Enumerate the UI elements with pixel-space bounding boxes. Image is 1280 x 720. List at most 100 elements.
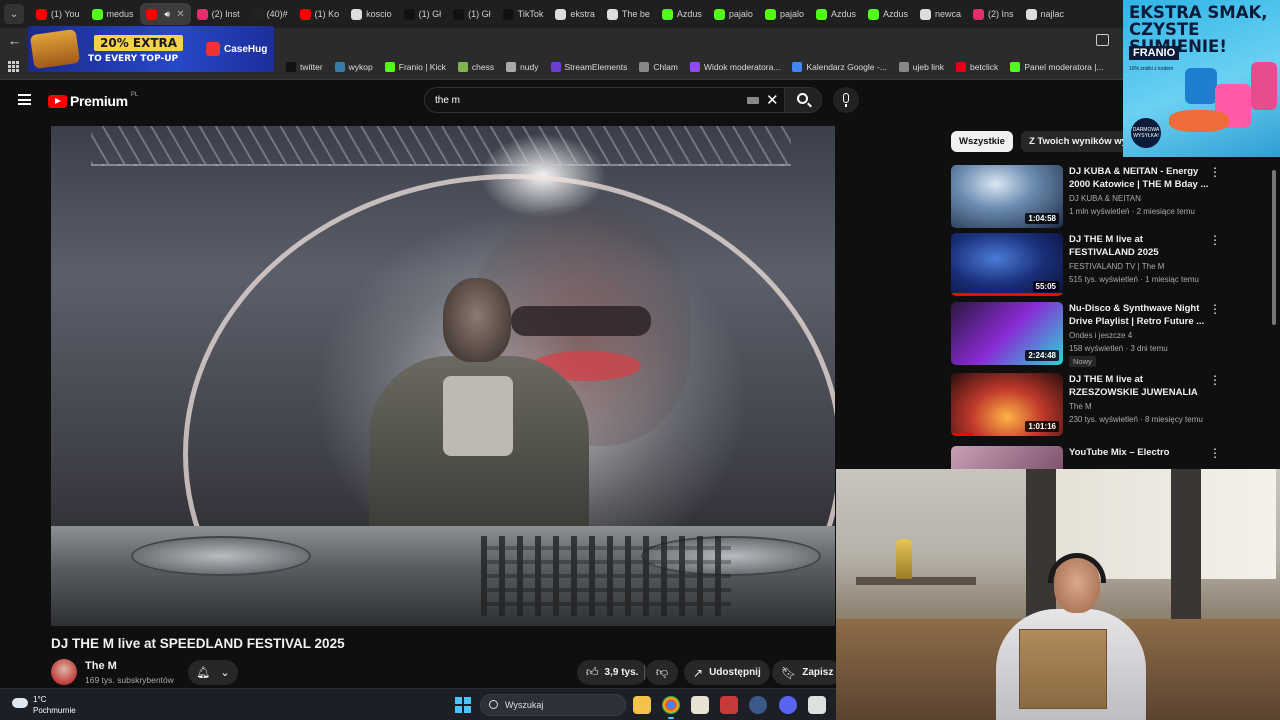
search-button[interactable]: [784, 87, 822, 113]
video-thumbnail[interactable]: 1:04:58: [951, 165, 1063, 228]
bookmark-item[interactable]: StreamElements: [550, 61, 627, 72]
dislike-button[interactable]: 👎︎: [646, 660, 678, 685]
chip-all[interactable]: Wszystkie: [951, 131, 1013, 152]
video-thumbnail[interactable]: 2:24:48: [951, 302, 1063, 365]
bookmark-favicon-icon: [792, 61, 803, 72]
youtube-logo[interactable]: Premium PL: [48, 92, 138, 109]
more-options-icon[interactable]: ⋮: [1209, 447, 1221, 459]
bookmark-item[interactable]: ujeb link: [898, 61, 944, 72]
more-options-icon[interactable]: ⋮: [1209, 374, 1221, 386]
recommendation-item[interactable]: 1:01:16 DJ THE M live at RZESZOWSKIE JUWE…: [951, 373, 1221, 439]
windows-start-icon[interactable]: [455, 697, 471, 713]
settings-icon[interactable]: [749, 696, 767, 714]
tab-label: (40)#: [266, 9, 288, 19]
save-button[interactable]: 🔖︎ Zapisz: [772, 660, 843, 685]
apps-grid-icon[interactable]: [8, 60, 20, 73]
weather-temperature[interactable]: 1°C: [33, 695, 46, 704]
bookmark-item[interactable]: nudy: [506, 61, 539, 72]
promo-brand: CaseHug: [206, 42, 267, 56]
bookmark-item[interactable]: Kalendarz Google -...: [792, 61, 887, 72]
browser-tab[interactable]: (1) Gł: [447, 3, 497, 25]
cast-icon[interactable]: [1096, 34, 1109, 46]
browser-tab[interactable]: (1) Gł: [398, 3, 448, 25]
search-input[interactable]: [435, 92, 735, 109]
browser-tab[interactable]: (1) You: [30, 3, 86, 25]
browser-tab[interactable]: Azdus: [862, 3, 914, 25]
bookmark-label: Chlam: [653, 61, 678, 72]
keyboard-icon[interactable]: [747, 97, 759, 104]
browser-tab[interactable]: (2) Ins: [967, 3, 1020, 25]
casehug-logo-icon: [206, 42, 220, 56]
tab-favicon-icon: [1025, 8, 1037, 20]
browser-tab[interactable]: (2) Inst: [191, 3, 246, 25]
clear-search-icon[interactable]: ✕: [766, 91, 779, 109]
browser-tab[interactable]: koscio: [345, 3, 398, 25]
bookmark-item[interactable]: twitter: [286, 61, 323, 72]
video-player[interactable]: [51, 126, 835, 626]
tab-label: TikTok: [517, 9, 544, 19]
video-thumbnail[interactable]: 1:01:16: [951, 373, 1063, 436]
media-app-icon[interactable]: [720, 696, 738, 714]
bookmark-item[interactable]: chess: [457, 61, 494, 72]
bookmark-favicon-icon: [457, 61, 468, 72]
chrome-icon[interactable]: [662, 696, 680, 719]
browser-tab[interactable]: (40)#: [246, 3, 294, 25]
app-icon[interactable]: [691, 696, 709, 714]
microphone-icon: [843, 93, 849, 103]
bookmark-item[interactable]: wykop: [334, 61, 373, 72]
discord-icon[interactable]: [779, 696, 797, 714]
browser-tab[interactable]: newca: [914, 3, 967, 25]
browser-tab[interactable]: pajalo: [708, 3, 759, 25]
voice-search-button[interactable]: [833, 87, 859, 113]
bookmark-item[interactable]: Franio | Kick: [384, 61, 446, 72]
browser-tab[interactable]: pajalo: [759, 3, 810, 25]
bookmark-item[interactable]: Widok moderatora...: [689, 61, 780, 72]
recommendation-item[interactable]: 1:04:58 DJ KUBA & NEITAN - Energy 2000 Ka…: [951, 165, 1221, 231]
search-icon: [797, 93, 808, 104]
browser-tab[interactable]: (1) Ko: [294, 3, 346, 25]
browser-tab[interactable]: ekstra: [549, 3, 601, 25]
weather-description[interactable]: Pochmurnie: [33, 706, 76, 715]
more-options-icon[interactable]: ⋮: [1209, 166, 1221, 178]
browser-tab[interactable]: Azdus: [656, 3, 708, 25]
back-icon[interactable]: ←: [8, 33, 21, 48]
browser-tab[interactable]: Azdus: [810, 3, 862, 25]
promo-banner[interactable]: 20% EXTRA TO EVERY TOP-UP CaseHug: [28, 26, 274, 72]
subscriber-count: 169 tys. subskrybentów: [85, 675, 174, 685]
browser-tab-strip: ⌄ (1) You medus 🔊︎ ✕ (2) Inst (40)# (1) Ko kosc…: [0, 0, 1280, 28]
share-label: Udostępnij: [709, 667, 761, 678]
browser-tab[interactable]: The be: [601, 3, 656, 25]
recommendation-item[interactable]: 2:24:48 Nu-Disco & Synthwave Night Drive …: [951, 302, 1221, 368]
taskbar-search[interactable]: Wyszukaj: [480, 694, 626, 716]
recommendation-item[interactable]: 55:05 DJ THE M live at FESTIVALAND 2025 FE…: [951, 233, 1221, 299]
bookmark-item[interactable]: betclick: [955, 61, 998, 72]
browser-tab[interactable]: medus: [86, 3, 140, 25]
tab-label: (2) Ins: [988, 9, 1014, 19]
bookmark-item[interactable]: Panel moderatora |...: [1010, 61, 1104, 72]
calculator-icon[interactable]: [808, 696, 826, 714]
menu-icon[interactable]: [18, 94, 31, 105]
close-tab-icon[interactable]: ✕: [176, 9, 184, 20]
bookmark-item[interactable]: Chlam: [639, 61, 678, 72]
tab-search-button[interactable]: ⌄: [4, 4, 24, 24]
recommendation-channel: Ondes i jeszcze 4: [1069, 331, 1133, 340]
audio-playing-icon[interactable]: 🔊︎: [165, 9, 171, 20]
video-thumbnail[interactable]: [951, 446, 1063, 469]
browser-tab[interactable]: 🔊︎ ✕: [139, 3, 191, 25]
recommendation-item[interactable]: YouTube Mix – ElectroTove Lo, Rebi, D.Ha…: [951, 446, 1221, 469]
notification-bell-button[interactable]: 🔔︎ ⌄: [188, 660, 238, 685]
cloud-icon[interactable]: [12, 698, 28, 708]
file-explorer-icon[interactable]: [633, 696, 651, 714]
share-button[interactable]: ↗ Udostępnij: [684, 660, 770, 685]
channel-avatar[interactable]: [51, 659, 77, 685]
more-options-icon[interactable]: ⋮: [1209, 234, 1221, 246]
bookmark-favicon-icon: [898, 61, 909, 72]
tab-label: Azdus: [676, 9, 702, 19]
more-options-icon[interactable]: ⋮: [1209, 303, 1221, 315]
like-button[interactable]: 👍︎ 3,9 tys.: [577, 660, 648, 685]
channel-name[interactable]: The M: [85, 660, 117, 672]
browser-tab[interactable]: TikTok: [497, 3, 550, 25]
browser-tab[interactable]: najlac: [1020, 3, 1071, 25]
video-thumbnail[interactable]: 55:05: [951, 233, 1063, 296]
sidebar-scrollbar[interactable]: [1272, 170, 1276, 325]
